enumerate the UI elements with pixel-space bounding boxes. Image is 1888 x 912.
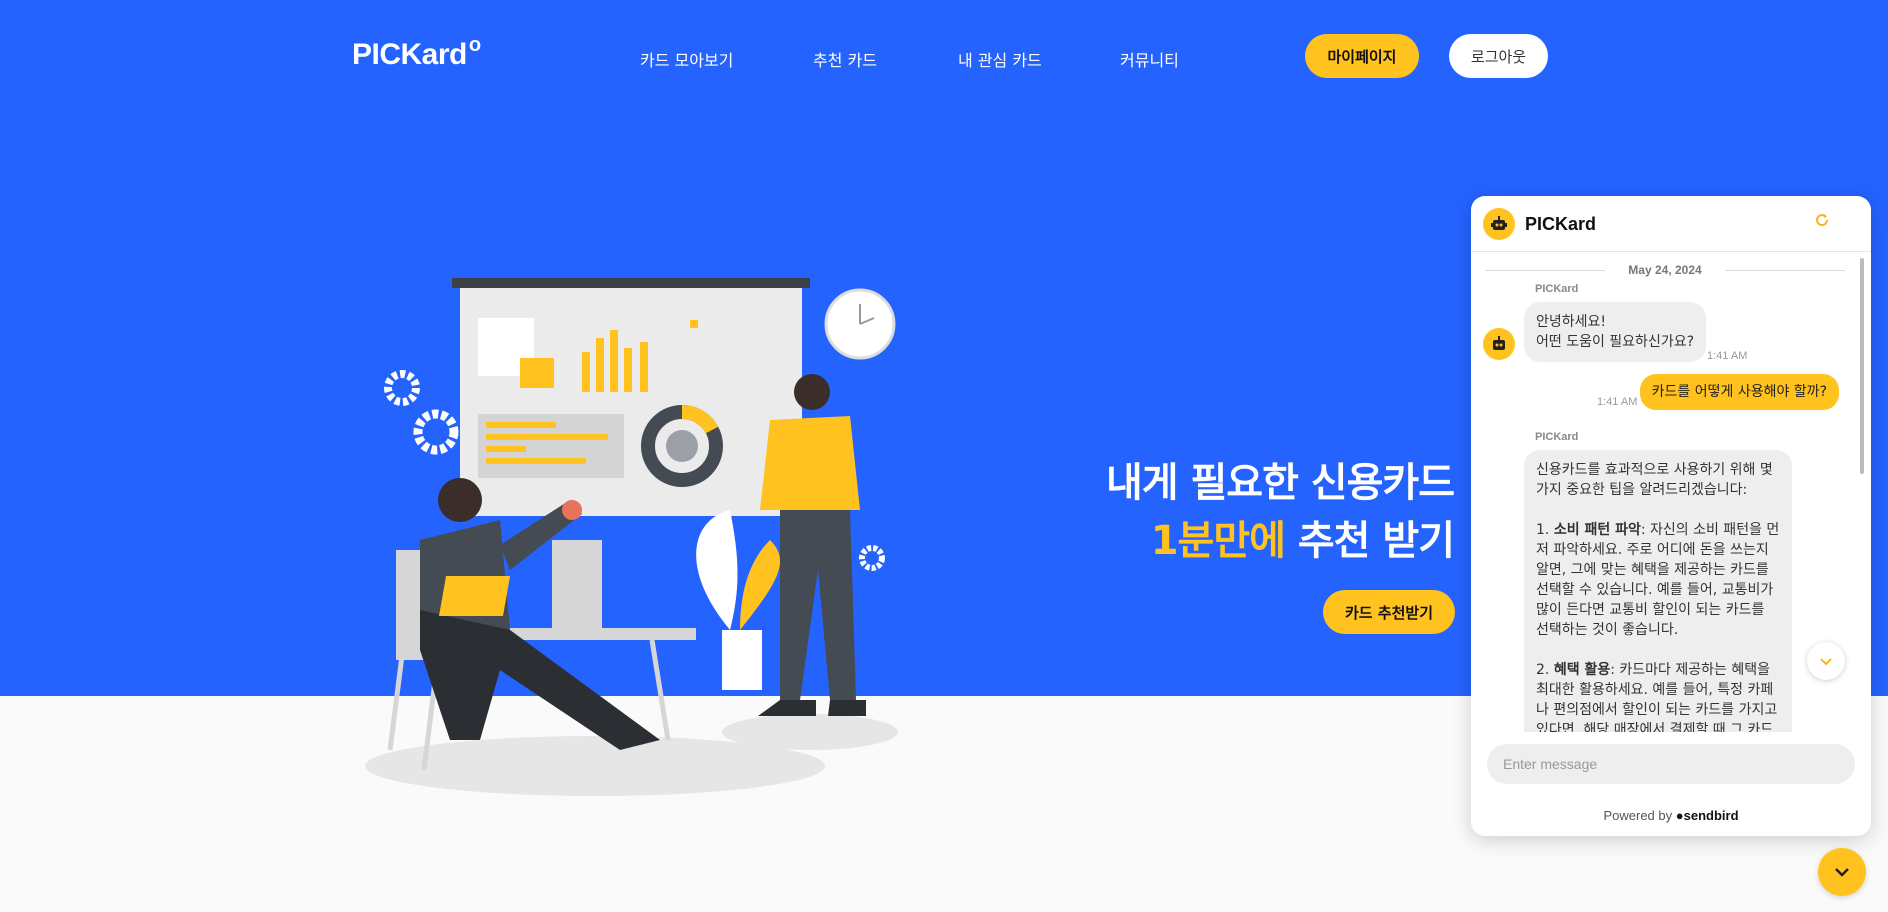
hero-headline-highlight: 1분만에 bbox=[1150, 518, 1286, 564]
bot-message-bubble: 신용카드를 효과적으로 사용하기 위해 몇 가지 중요한 팁을 알려드리겠습니다… bbox=[1524, 450, 1792, 732]
chat-title: PICKard bbox=[1525, 214, 1597, 234]
scroll-to-bottom-button[interactable] bbox=[1807, 642, 1845, 680]
robot-icon bbox=[1493, 336, 1505, 350]
robot-icon bbox=[1491, 216, 1507, 230]
powered-by: Powered by ●sendbird bbox=[1603, 808, 1739, 823]
sendbird-logo: ●sendbird bbox=[1675, 808, 1739, 823]
chat-header: PICKard bbox=[1471, 196, 1871, 252]
nav-link-community[interactable]: 커뮤니티 bbox=[1120, 47, 1179, 71]
refresh-icon[interactable] bbox=[1811, 212, 1833, 234]
message-time: 1:41 AM bbox=[1707, 350, 1748, 362]
chevron-down-icon bbox=[1820, 658, 1832, 666]
card-recommend-button[interactable]: 카드 추천받기 bbox=[1323, 590, 1455, 634]
message-item-1: 1. 소비 패턴 파악: 자신의 소비 패턴을 먼저 파악하세요. 주로 어디에… bbox=[1536, 522, 1780, 638]
bot-avatar bbox=[1483, 208, 1515, 240]
date-label: May 24, 2024 bbox=[1628, 263, 1702, 277]
logout-button[interactable]: 로그아웃 bbox=[1449, 34, 1548, 78]
user-message-bubble: 카드를 어떻게 사용해야 할까? bbox=[1639, 374, 1839, 410]
message-input[interactable] bbox=[1503, 744, 1843, 784]
nav-link-recommended[interactable]: 추천 카드 bbox=[813, 47, 877, 71]
nav-link-favorites[interactable]: 내 관심 카드 bbox=[958, 47, 1042, 71]
hero-headline-rest: 추천 받기 bbox=[1284, 518, 1455, 564]
message-sender: PICKard bbox=[1535, 283, 1579, 295]
hero-headline-line1: 내게 필요한 신용카드 bbox=[1105, 460, 1455, 506]
nav-link-card-browse[interactable]: 카드 모아보기 bbox=[640, 47, 733, 71]
message-line: 안녕하세요! bbox=[1536, 314, 1607, 330]
message-input-wrapper bbox=[1487, 744, 1855, 784]
chevron-down-icon bbox=[1835, 868, 1849, 877]
message-list[interactable]: May 24, 2024 PICKard 안녕하세요! 어떤 도움이 필요하신가… bbox=[1471, 252, 1871, 732]
message-intro: 신용카드를 효과적으로 사용하기 위해 몇 가지 중요한 팁을 알려드리겠습니다… bbox=[1536, 462, 1773, 498]
chat-toggle-button[interactable] bbox=[1818, 848, 1866, 896]
bot-avatar bbox=[1483, 328, 1515, 360]
chat-widget: PICKard May 24, 2024 PICKard 안녕하세요! 어떤 도… bbox=[1471, 196, 1871, 836]
scrollbar-thumb[interactable] bbox=[1860, 258, 1864, 474]
message-sender: PICKard bbox=[1535, 431, 1579, 443]
message-time: 1:41 AM bbox=[1597, 396, 1638, 408]
logo[interactable]: PICKard o bbox=[352, 34, 481, 72]
bot-message-bubble: 안녕하세요! 어떤 도움이 필요하신가요? bbox=[1524, 302, 1707, 362]
hero-headline-line2: 1분만에 추천 받기 bbox=[1150, 508, 1455, 566]
mypage-button[interactable]: 마이페이지 bbox=[1305, 34, 1419, 78]
date-separator: May 24, 2024 bbox=[1485, 262, 1845, 278]
hero-illustration bbox=[365, 278, 898, 796]
message-line: 어떤 도움이 필요하신가요? bbox=[1536, 334, 1695, 350]
message-item-2: 2. 혜택 활용: 카드마다 제공하는 혜택을 최대한 활용하세요. 예를 들어… bbox=[1536, 662, 1778, 732]
